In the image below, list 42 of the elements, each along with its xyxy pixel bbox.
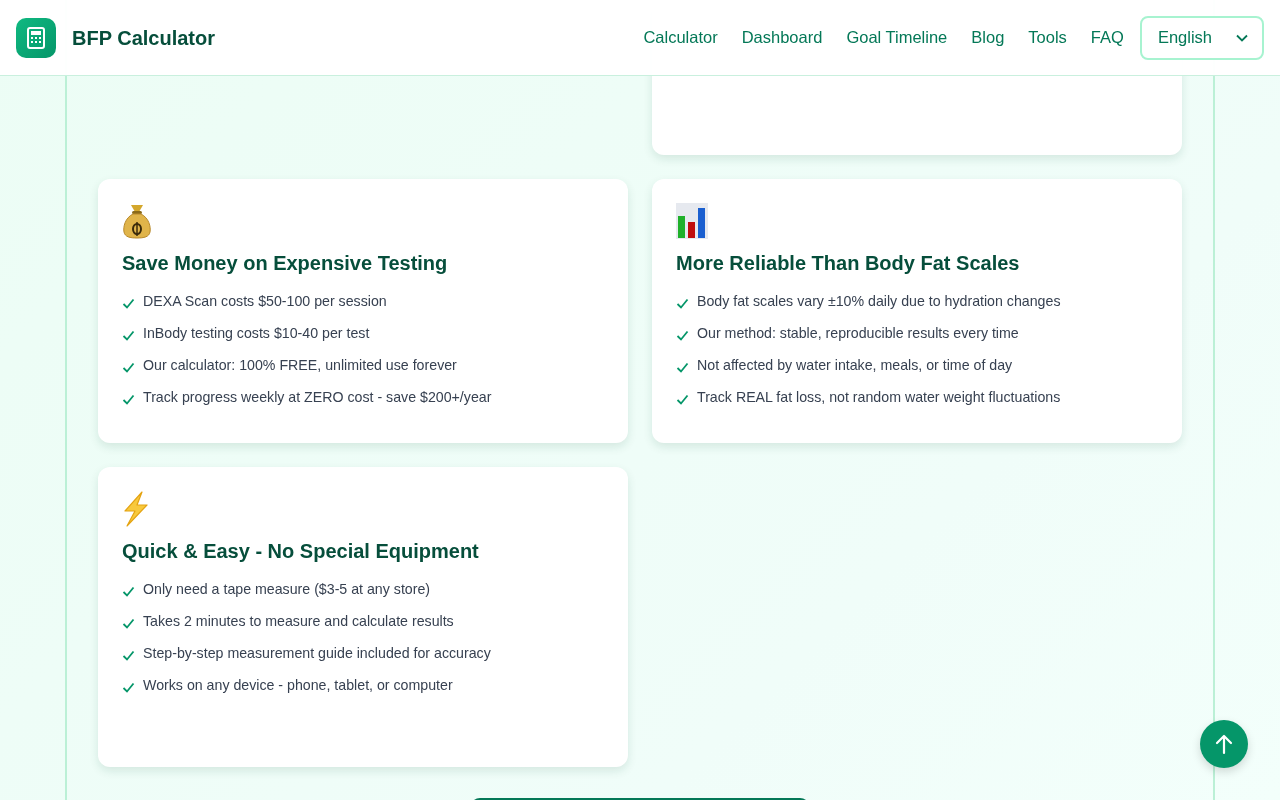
check-icon xyxy=(122,330,135,341)
scroll-to-top-button[interactable] xyxy=(1200,720,1248,768)
card-title: More Reliable Than Body Fat Scales xyxy=(676,251,1021,275)
list-item-text: Track progress weekly at ZERO cost - save $200+/year xyxy=(143,388,492,407)
check-icon xyxy=(122,650,135,661)
check-icon xyxy=(676,394,689,405)
check-icon xyxy=(676,298,689,309)
lightning-icon xyxy=(122,491,150,527)
arrow-up-icon xyxy=(1214,733,1234,755)
check-icon xyxy=(676,330,689,341)
check-icon xyxy=(122,682,135,693)
chevron-down-icon xyxy=(1236,33,1248,42)
list-item-text: DEXA Scan costs $50-100 per session xyxy=(143,292,387,311)
list-item-text: Body fat scales vary ±10% daily due to hydration changes xyxy=(697,292,1061,311)
money-bag-icon xyxy=(122,203,152,239)
card-title: Save Money on Expensive Testing xyxy=(122,251,449,275)
list-item-text: Not affected by water intake, meals, or time of day xyxy=(697,356,1013,375)
check-icon xyxy=(122,298,135,309)
list-item-text: Track REAL fat loss, not random water weight fluctuations xyxy=(697,388,1061,407)
bar-chart-icon xyxy=(676,203,708,239)
nav-link[interactable]: FAQ xyxy=(1090,25,1124,50)
list-item-text: Only need a tape measure ($3-5 at any store) xyxy=(143,580,431,599)
list-item-text: Takes 2 minutes to measure and calculate results xyxy=(143,612,454,631)
check-icon xyxy=(676,362,689,373)
check-icon xyxy=(122,394,135,405)
nav-link[interactable]: Blog xyxy=(971,25,1005,50)
list-item-text: Our calculator: 100% FREE, unlimited use forever xyxy=(143,356,457,375)
check-icon xyxy=(122,586,135,597)
language-dropdown[interactable]: English xyxy=(1139,15,1264,60)
nav-link[interactable]: Goal Timeline xyxy=(846,25,948,50)
check-icon xyxy=(122,618,135,629)
list-item-text: Step-by-step measurement guide included for accuracy xyxy=(143,644,491,663)
list-item-text: InBody testing costs $10-40 per test xyxy=(143,324,370,343)
nav-link[interactable]: Dashboard xyxy=(741,25,823,50)
card-title: Quick & Easy - No Special Equipment xyxy=(122,539,480,563)
brand-name[interactable]: BFP Calculator xyxy=(72,22,215,53)
list-item-text: Works on any device - phone, tablet, or computer xyxy=(143,676,453,695)
calculator-logo-icon xyxy=(16,17,56,58)
check-icon xyxy=(122,362,135,373)
list-item-text: Our method: stable, reproducible results every time xyxy=(697,324,1019,343)
nav-link[interactable]: Tools xyxy=(1028,25,1067,50)
nav-link[interactable]: Calculator xyxy=(643,25,718,50)
